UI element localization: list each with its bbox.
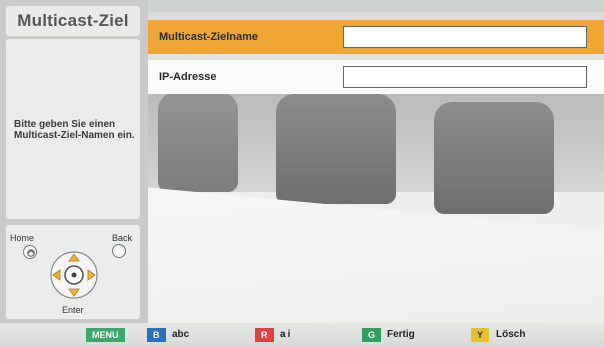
main-area: Multicast-Zielname IP-Adresse [148, 12, 604, 323]
red-key[interactable]: R [255, 328, 274, 342]
red-key-label: a i [280, 329, 291, 340]
blue-key-label: abc [172, 329, 190, 340]
help-panel: Bitte geben Sie einen Multicast-Ziel-Nam… [6, 39, 140, 219]
multicast-name-input[interactable] [343, 26, 587, 48]
back-button-icon[interactable] [112, 244, 126, 258]
screen-title: Multicast-Ziel [6, 6, 140, 36]
bottom-key-bar: MENU B abc R a i G Fertig Y Lösch [0, 323, 604, 347]
remote-guide: Home Back Enter [6, 225, 140, 319]
help-text: Bitte geben Sie einen Multicast-Ziel-Nam… [14, 119, 135, 141]
background-chair [158, 92, 238, 192]
house-icon [27, 249, 35, 257]
dpad-icon[interactable] [48, 249, 100, 301]
field-row-ip-address[interactable]: IP-Adresse [148, 60, 604, 94]
back-label: Back [112, 233, 133, 243]
background-chair [276, 94, 396, 204]
enter-label: Enter [62, 305, 84, 315]
menu-key[interactable]: MENU [86, 328, 125, 342]
multicast-name-label: Multicast-Zielname [159, 31, 259, 43]
home-label: Home [10, 233, 35, 243]
home-button-icon[interactable] [23, 245, 37, 259]
left-panel: Multicast-Ziel Bitte geben Sie einen Mul… [0, 0, 148, 323]
background-chair [434, 102, 554, 214]
ip-address-input[interactable] [343, 66, 587, 88]
field-row-multicast-name[interactable]: Multicast-Zielname [148, 20, 604, 54]
ip-address-label: IP-Adresse [159, 71, 217, 83]
blue-key[interactable]: B [147, 328, 166, 342]
green-key[interactable]: G [362, 328, 382, 342]
yellow-key[interactable]: Y [471, 328, 490, 342]
green-key-label: Fertig [387, 329, 415, 340]
yellow-key-label: Lösch [496, 329, 526, 340]
